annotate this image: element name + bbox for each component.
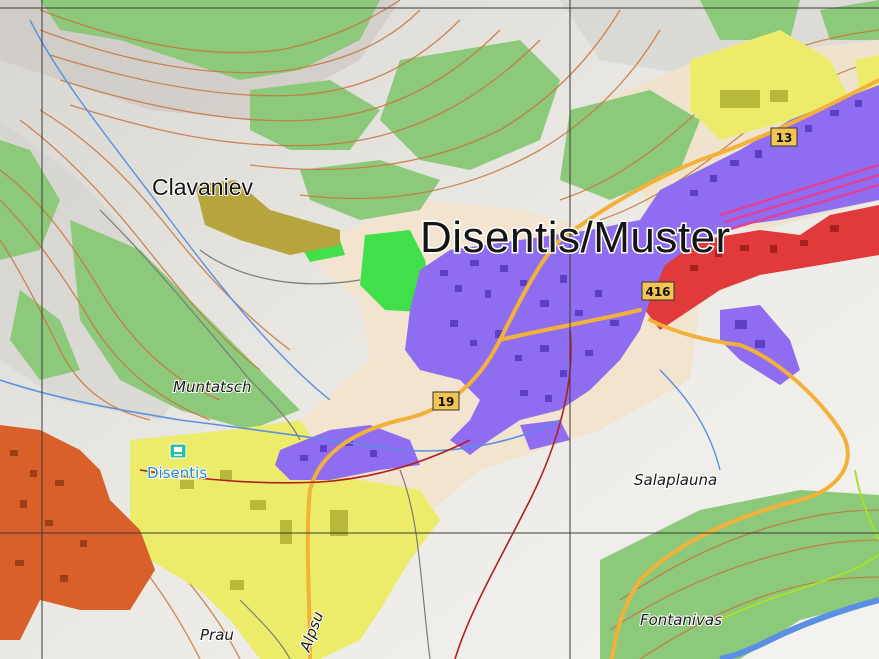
route-shield-416[interactable]: 416: [641, 281, 675, 301]
route-shield-416-label: 416: [645, 285, 670, 299]
route-shield-13-label: 13: [776, 131, 793, 145]
place-label-salaplauna: Salaplauna: [634, 471, 717, 489]
route-shield-19[interactable]: 19: [432, 391, 460, 411]
town-label: Disentis/Muster: [420, 213, 731, 262]
place-label-muntatsch: Muntatsch: [173, 378, 251, 396]
route-shield-19-label: 19: [438, 395, 455, 409]
route-shield-13[interactable]: 13: [770, 127, 798, 147]
map-canvas[interactable]: 19 13 416 Disentis/Muster Clavaniev Munt…: [0, 0, 879, 659]
village-label: Clavaniev: [152, 174, 253, 200]
train-station-icon[interactable]: [169, 443, 187, 459]
place-label-prau: Prau: [200, 626, 234, 644]
station-label: Disentis: [147, 464, 207, 482]
map-view[interactable]: 19 13 416 Disentis/Muster Clavaniev Munt…: [0, 0, 879, 659]
place-label-fontanivas: Fontanivas: [640, 611, 722, 629]
